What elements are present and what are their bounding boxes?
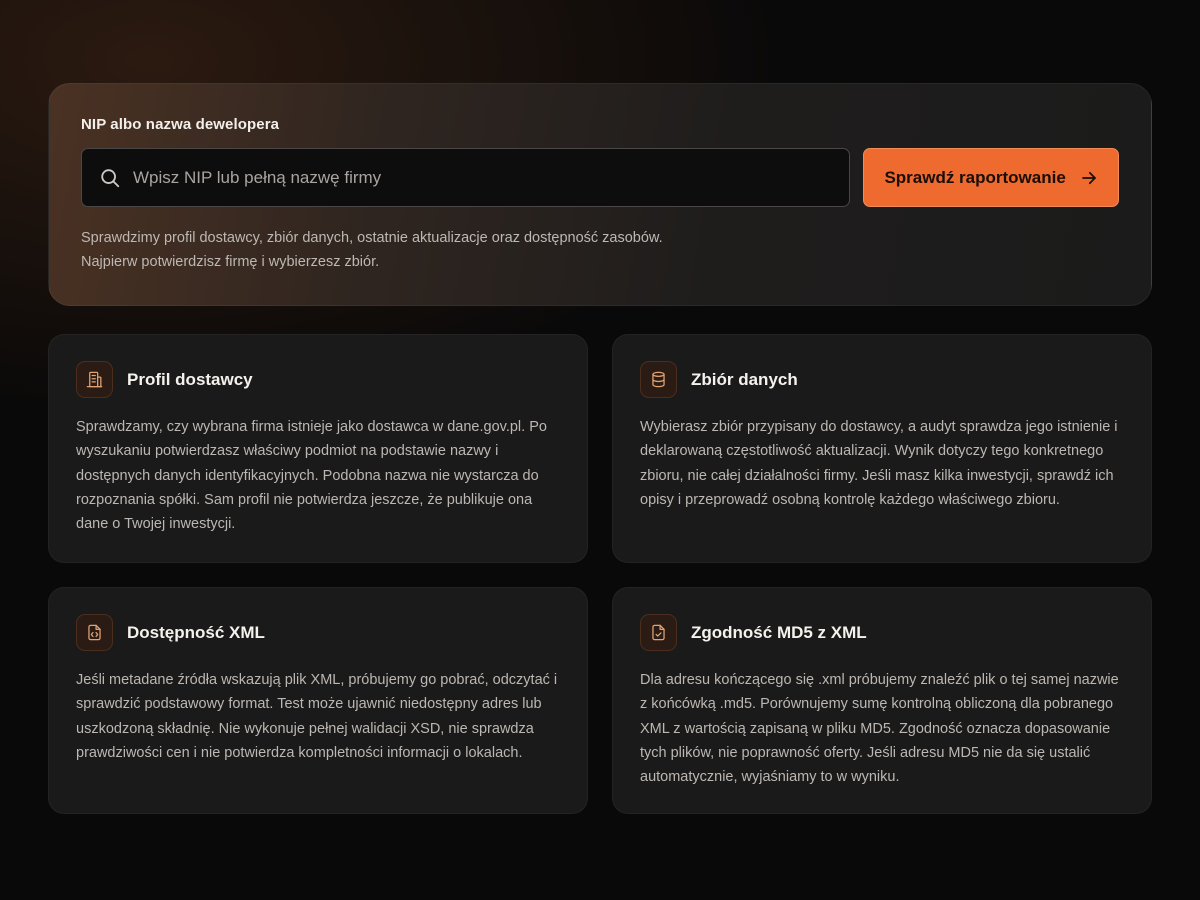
card-description: Wybierasz zbiór przypisany do dostawcy, … [640, 419, 1118, 508]
card-description: Sprawdzamy, czy wybrana firma istnieje j… [76, 419, 547, 533]
card-description: Jeśli metadane źródła wskazują plik XML,… [76, 672, 558, 761]
file-code-icon [76, 614, 113, 651]
card-title: Profil dostawcy [127, 369, 253, 389]
check-reporting-button[interactable]: Sprawdź raportowanie [863, 148, 1119, 207]
arrow-right-icon [1080, 169, 1098, 187]
search-row: Sprawdź raportowanie [81, 148, 1119, 207]
card-header: Dostępność XML [76, 614, 560, 651]
card-header: Zgodność MD5 z XML [640, 614, 1124, 651]
check-reporting-button-label: Sprawdź raportowanie [884, 167, 1066, 187]
card-title: Dostępność XML [127, 622, 265, 642]
search-box[interactable] [81, 148, 851, 207]
search-input[interactable] [133, 167, 850, 188]
card-xml-availability: Dostępność XML Jeśli metadane źródła wsk… [48, 587, 588, 814]
card-supplier-profile: Profil dostawcy Sprawdzamy, czy wybrana … [48, 334, 588, 563]
card-md5-consistency: Zgodność MD5 z XML Dla adresu kończącego… [612, 587, 1152, 814]
search-field-label: NIP albo nazwa dewelopera [81, 116, 280, 133]
helper-line-2: Najpierw potwierdzisz firmę i wybierzesz… [81, 254, 380, 270]
card-header: Profil dostawcy [76, 361, 560, 398]
database-icon [640, 361, 677, 398]
search-icon [99, 167, 121, 189]
building-icon [76, 361, 113, 398]
card-title: Zgodność MD5 z XML [691, 622, 867, 642]
card-dataset: Zbiór danych Wybierasz zbiór przypisany … [612, 334, 1152, 563]
card-header: Zbiór danych [640, 361, 1124, 398]
search-helper-text: Sprawdzimy profil dostawcy, zbiór danych… [81, 226, 1119, 274]
card-title: Zbiór danych [691, 369, 798, 389]
search-panel: NIP albo nazwa dewelopera Sprawdź raport… [48, 83, 1152, 306]
card-description: Dla adresu kończącego się .xml próbujemy… [640, 672, 1119, 786]
file-check-icon [640, 614, 677, 651]
helper-line-1: Sprawdzimy profil dostawcy, zbiór danych… [81, 230, 663, 246]
